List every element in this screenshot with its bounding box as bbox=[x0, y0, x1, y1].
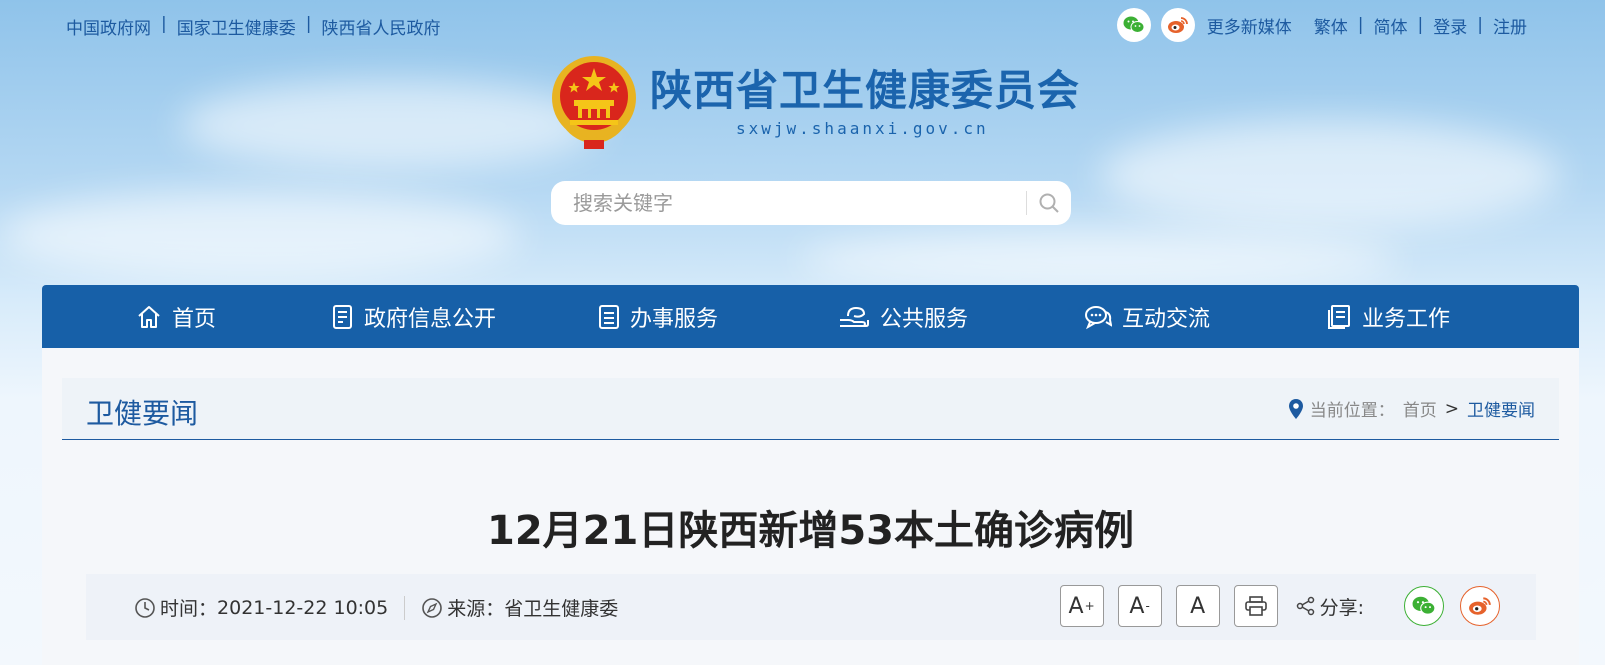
share-weibo-button[interactable] bbox=[1460, 586, 1500, 626]
font-reset-button[interactable]: A bbox=[1175, 585, 1220, 627]
cloud-decoration bbox=[180, 80, 600, 170]
hand-icon bbox=[840, 306, 869, 327]
nav-item-label: 业务工作 bbox=[1362, 306, 1451, 332]
breadcrumb-current-link[interactable]: 卫健要闻 bbox=[1467, 396, 1535, 421]
separator: | bbox=[1357, 15, 1364, 35]
register-link[interactable]: 注册 bbox=[1493, 13, 1527, 38]
font-increase-button[interactable]: A + bbox=[1059, 585, 1104, 627]
wechat-icon bbox=[1412, 596, 1436, 615]
chat-icon bbox=[1085, 305, 1112, 329]
nav-item-label: 首页 bbox=[172, 306, 217, 332]
cloud-decoration bbox=[800, 230, 1400, 290]
shaanxi-gov-link[interactable]: 陕西省人民政府 bbox=[321, 14, 440, 39]
print-button[interactable] bbox=[1233, 585, 1278, 627]
share-icon bbox=[1296, 596, 1314, 616]
nav-item-label: 互动交流 bbox=[1122, 306, 1211, 332]
site-logo[interactable]: 陕西省卫生健康委员会 sxwjw.shaanxi.gov.cn bbox=[548, 54, 1080, 150]
top-right-bar: 更多新媒体 繁体 | 简体 | 登录 | 注册 bbox=[1116, 8, 1527, 42]
separator: | bbox=[1477, 15, 1483, 35]
breadcrumb-separator: > bbox=[1444, 398, 1459, 419]
traditional-chinese-link[interactable]: 繁体 bbox=[1314, 13, 1348, 38]
top-links: 中国政府网 | 国家卫生健康委 | 陕西省人民政府 bbox=[66, 14, 440, 39]
breadcrumb-home-link[interactable]: 首页 bbox=[1403, 396, 1437, 421]
article-meta: 时间： 2021-12-22 10:05 来源： 省卫生健康委 bbox=[134, 594, 618, 621]
section-header: 卫健要闻 当前位置： 首页 > 卫健要闻 bbox=[62, 378, 1559, 440]
home-icon bbox=[138, 305, 160, 328]
article-meta-bar: 时间： 2021-12-22 10:05 来源： 省卫生健康委 A + A- A … bbox=[86, 574, 1536, 640]
nav-item-label: 公共服务 bbox=[880, 306, 969, 332]
nav-item-home[interactable]: 首页 bbox=[136, 285, 216, 348]
simplified-chinese-link[interactable]: 简体 bbox=[1374, 13, 1408, 38]
more-media-link[interactable]: 更多新媒体 bbox=[1207, 13, 1292, 38]
site-name: 陕西省卫生健康委员会 bbox=[650, 65, 1081, 115]
font-decrease-button[interactable]: A- bbox=[1117, 585, 1162, 627]
search-input[interactable] bbox=[551, 181, 1026, 225]
separator: | bbox=[1417, 15, 1424, 35]
gov-cn-link[interactable]: 中国政府网 bbox=[66, 14, 151, 39]
nav-item-label: 办事服务 bbox=[630, 306, 719, 332]
search-box bbox=[551, 181, 1071, 225]
separator: | bbox=[305, 14, 312, 34]
content-panel: 卫健要闻 当前位置： 首页 > 卫健要闻 12月21日陕西新增53本土确诊病例 … bbox=[42, 348, 1579, 665]
time-label: 时间： bbox=[160, 598, 218, 620]
document-icon bbox=[333, 304, 352, 329]
weibo-icon bbox=[1469, 597, 1491, 615]
breadcrumb: 当前位置： 首页 > 卫健要闻 bbox=[1288, 396, 1535, 421]
wechat-icon[interactable] bbox=[1116, 8, 1151, 42]
compass-icon bbox=[422, 597, 443, 618]
nav-item-business[interactable]: 业务工作 bbox=[1326, 285, 1450, 348]
book-icon bbox=[1328, 304, 1350, 329]
national-emblem-icon bbox=[552, 56, 636, 149]
share-label-text: 分享: bbox=[1319, 596, 1364, 619]
separator: | bbox=[161, 14, 167, 34]
nav-item-gov-info[interactable]: 政府信息公开 bbox=[332, 285, 496, 348]
share-wechat-button[interactable] bbox=[1404, 586, 1444, 626]
login-link[interactable]: 登录 bbox=[1433, 13, 1467, 38]
nhc-link[interactable]: 国家卫生健康委 bbox=[177, 14, 296, 39]
nav-item-public-service[interactable]: 公共服务 bbox=[838, 285, 968, 348]
article-title: 12月21日陕西新增53本土确诊病例 bbox=[487, 508, 1134, 554]
clipboard-icon bbox=[599, 304, 619, 329]
source-value: 省卫生健康委 bbox=[504, 598, 619, 620]
nav-item-label: 政府信息公开 bbox=[364, 306, 497, 332]
printer-icon bbox=[1244, 596, 1267, 616]
location-pin-icon bbox=[1288, 398, 1303, 419]
time-value: 2021-12-22 10:05 bbox=[217, 596, 389, 619]
clock-icon bbox=[135, 597, 155, 618]
nav-item-interaction[interactable]: 互动交流 bbox=[1084, 285, 1210, 348]
weibo-icon[interactable] bbox=[1160, 8, 1195, 42]
cloud-decoration bbox=[0, 190, 520, 280]
meta-divider bbox=[404, 595, 406, 620]
share-label: 分享: bbox=[1296, 593, 1364, 620]
breadcrumb-label: 当前位置： bbox=[1309, 401, 1395, 421]
site-domain: sxwjw.shaanxi.gov.cn bbox=[736, 118, 989, 138]
source-label: 来源： bbox=[447, 598, 505, 620]
article-tools: A + A- A 分享: bbox=[1059, 585, 1500, 627]
search-button[interactable] bbox=[1027, 181, 1071, 225]
nav-item-services[interactable]: 办事服务 bbox=[598, 285, 718, 348]
section-title: 卫健要闻 bbox=[86, 397, 199, 430]
main-nav: 首页 政府信息公开 办事服务 公共服务 互动交流 业务工作 bbox=[42, 285, 1579, 348]
search-icon bbox=[1039, 193, 1059, 213]
cloud-decoration bbox=[1100, 120, 1560, 230]
